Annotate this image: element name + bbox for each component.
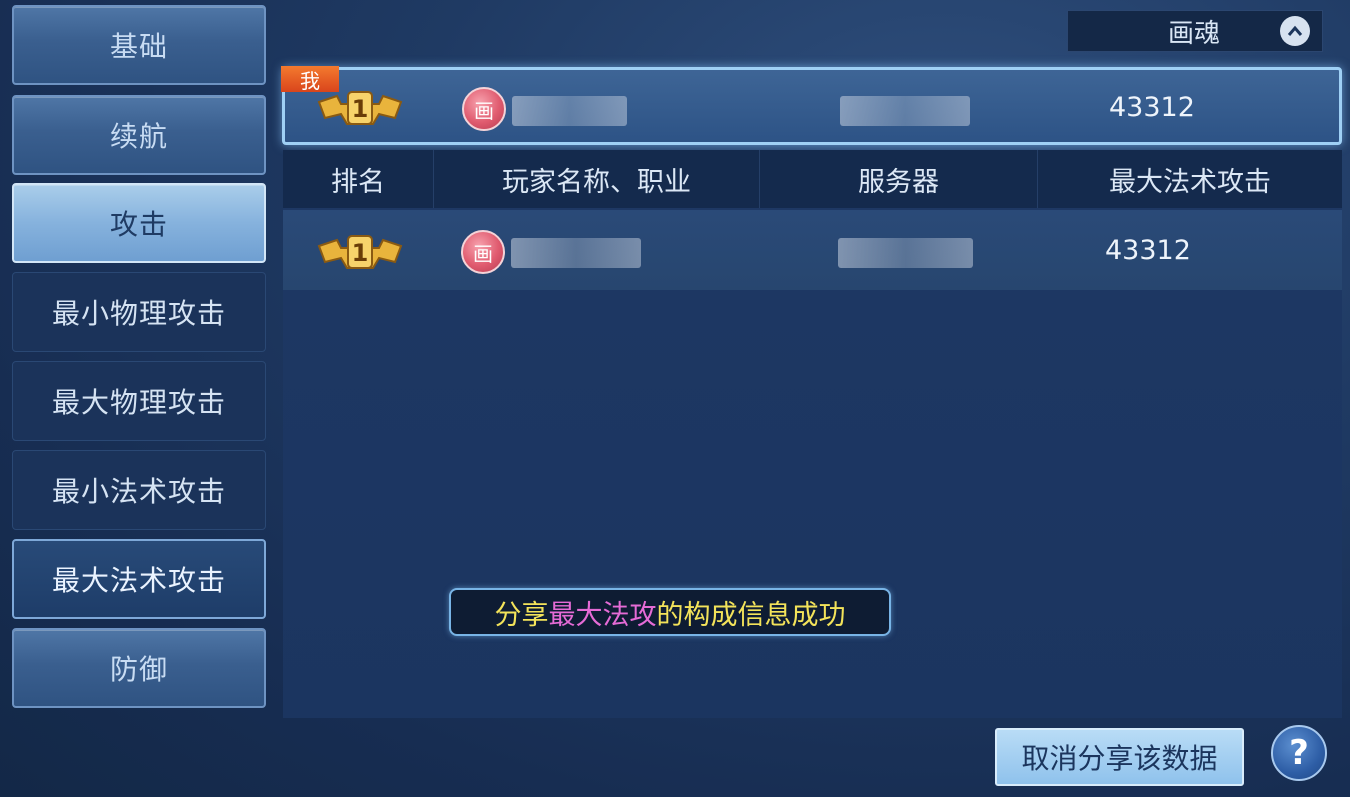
nav-label: 最大物理攻击: [51, 386, 226, 419]
help-glyph: ?: [1289, 733, 1309, 773]
nav-attack-button[interactable]: 攻击: [12, 183, 266, 263]
nav-min-physical-attack-button[interactable]: 最小物理攻击: [12, 272, 266, 352]
toast-text-2: 的构成信息成功: [656, 599, 846, 631]
nav-label: 续航: [109, 120, 168, 153]
toast-text-highlight: 最大法攻: [548, 599, 657, 631]
row-score: 43312: [1105, 235, 1191, 266]
nav-label: 防御: [109, 653, 168, 686]
class-filter-value: 画魂: [1167, 18, 1220, 49]
share-success-toast: 分享 最大法攻 的构成信息成功: [449, 588, 891, 636]
nav-max-physical-attack-button[interactable]: 最大物理攻击: [12, 361, 266, 441]
nav-defense-button[interactable]: 防御: [12, 628, 266, 708]
table-row[interactable]: 1 画 43312: [283, 210, 1342, 290]
redacted-player-name: [512, 96, 627, 126]
nav-min-magic-attack-button[interactable]: 最小法术攻击: [12, 450, 266, 530]
redacted-server-name: [838, 238, 973, 268]
cancel-share-label: 取消分享该数据: [1021, 742, 1218, 775]
rank-number: 1: [352, 95, 369, 123]
column-header-player: 玩家名称、职业: [433, 150, 759, 208]
cancel-share-button[interactable]: 取消分享该数据: [995, 728, 1244, 786]
nav-label: 最小法术攻击: [51, 475, 226, 508]
chevron-up-icon[interactable]: [1280, 16, 1310, 46]
toast-text-1: 分享: [494, 599, 549, 631]
nav-max-magic-attack-button[interactable]: 最大法术攻击: [12, 539, 266, 619]
redacted-player-name: [511, 238, 641, 268]
nav-label: 最小物理攻击: [51, 297, 226, 330]
rank-medal-icon: 1: [317, 235, 403, 269]
nav-endurance-button[interactable]: 续航: [12, 95, 266, 175]
column-header-max-magic-attack: 最大法术攻击: [1037, 150, 1342, 208]
my-ranking-row[interactable]: 我 1 画 43312: [281, 66, 1342, 145]
class-avatar-icon: 画: [461, 230, 505, 274]
help-icon[interactable]: ?: [1271, 725, 1327, 781]
nav-label: 基础: [109, 30, 168, 63]
category-sidebar: 基础 续航 攻击 最小物理攻击 最大物理攻击 最小法术攻击 最大法术攻击 防御: [0, 0, 280, 797]
nav-basic-button[interactable]: 基础: [12, 5, 266, 85]
class-filter-dropdown[interactable]: 画魂: [1067, 10, 1323, 52]
nav-label: 攻击: [109, 208, 168, 241]
column-header-rank: 排名: [331, 166, 385, 198]
nav-label: 最大法术攻击: [51, 564, 226, 597]
table-header: 排名 玩家名称、职业 服务器 最大法术攻击: [283, 150, 1342, 208]
redacted-server-name: [840, 96, 970, 126]
rank-number: 1: [352, 239, 369, 267]
class-avatar-icon: 画: [462, 87, 506, 131]
column-header-server: 服务器: [759, 150, 1037, 208]
rank-medal-icon: 1: [317, 91, 403, 125]
my-score: 43312: [1109, 92, 1195, 123]
